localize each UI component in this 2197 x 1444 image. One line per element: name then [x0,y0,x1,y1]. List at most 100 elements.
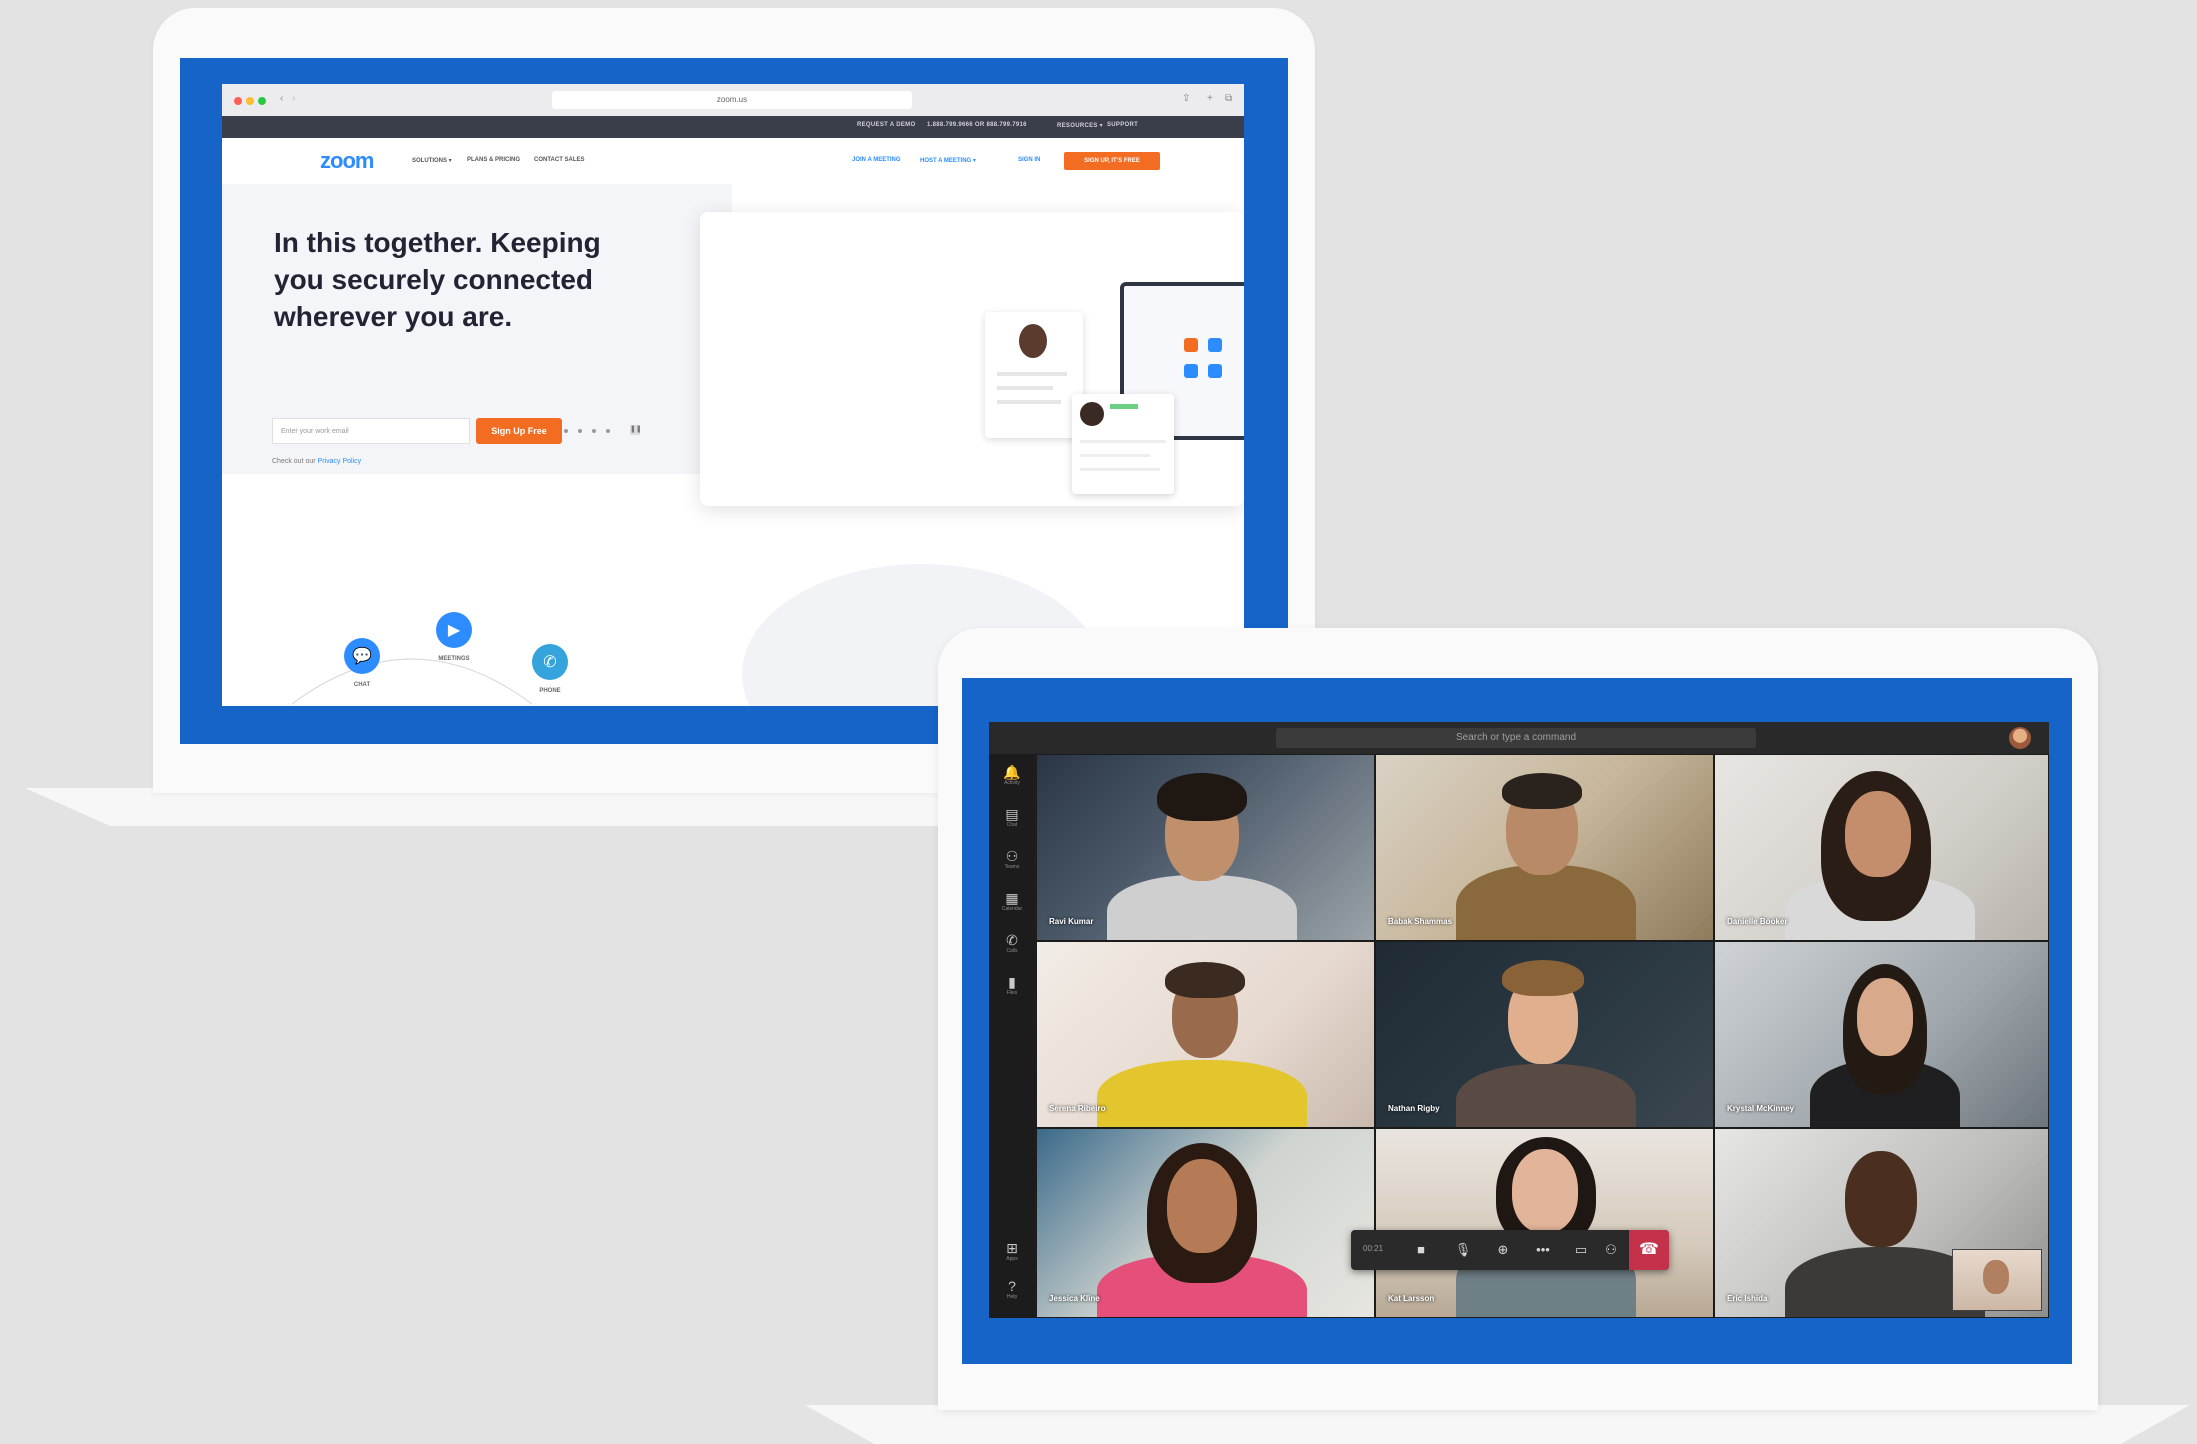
apps-icon: ⊞ [1006,1240,1018,1256]
product-meetings-label: MEETINGS [438,656,470,662]
phone-number-link[interactable]: 1.888.799.9666 OR 888.799.7916 [927,122,1027,128]
participant-name: Krystal McKinney [1727,1104,1795,1113]
video-tile[interactable]: Nathan Rigby [1375,941,1714,1128]
video-tile[interactable]: Jessica Kline [1036,1128,1375,1318]
forward-icon[interactable]: › [292,93,295,104]
search-input[interactable]: Search or type a command [1276,728,1756,748]
participant-name: Eric Ishida [1727,1294,1768,1303]
calendar-icon: ▦ [1005,890,1019,906]
help-icon: ? [1008,1278,1016,1294]
nav-plans-pricing[interactable]: PLANS & PRICING [467,157,520,163]
product-chat-label: CHAT [353,682,371,688]
user-avatar[interactable] [2009,727,2031,749]
chat-card-illustration [985,312,1083,438]
rail-label: Calls [1006,948,1018,954]
phone-icon: ✆ [1006,932,1018,948]
text-line [1080,468,1160,471]
video-tile[interactable]: Eric Ishida [1714,1128,2049,1318]
app-rail: 🔔 Activity ▤ Chat ⚇ Teams ▦ Calendar ✆ Calls … [989,754,1035,1318]
rail-label: Help [1006,1294,1018,1300]
email-input[interactable]: Enter your work email [272,418,470,444]
chat-icon[interactable]: 💬 [344,638,380,674]
bell-icon: 🔔 [1003,764,1021,780]
rail-calls[interactable]: ✆ Calls [989,932,1035,954]
hang-up-button[interactable]: ☎ [1629,1230,1669,1270]
video-tile[interactable]: Kat Larsson [1375,1128,1714,1318]
files-icon: ▮ [1008,974,1016,990]
text-line [997,386,1053,390]
avatar [1019,324,1047,358]
rail-files[interactable]: ▮ Files [989,974,1035,996]
rail-label: Teams [1004,864,1020,870]
teams-meeting-window: Search or type a command 🔔 Activity ▤ Chat… [989,722,2049,1318]
video-tile[interactable]: Serena Ribeiro [1036,941,1375,1128]
blue-button-icon [1208,338,1222,352]
self-view-video[interactable] [1952,1249,2042,1311]
carousel-dot[interactable] [592,429,596,433]
text-line [997,372,1067,376]
carousel-dot[interactable] [578,429,582,433]
phone-icon[interactable]: ✆ [532,644,568,680]
minimize-window-icon[interactable] [246,97,254,105]
carousel-dot[interactable] [606,429,610,433]
url-field[interactable]: zoom.us [552,91,912,109]
support-link[interactable]: SUPPORT [1107,122,1138,128]
product-phone-label: PHONE [539,688,561,694]
nav-contact-sales[interactable]: CONTACT SALES [534,157,585,163]
share-screen-icon[interactable]: ⊕ [1493,1240,1513,1260]
zoom-logo[interactable]: zoom [320,148,374,174]
video-camera-icon[interactable]: ▶ [436,612,472,648]
video-tile[interactable]: Krystal McKinney [1714,941,2049,1128]
nav-sign-in[interactable]: SIGN IN [1018,157,1040,163]
rail-teams[interactable]: ⚇ Teams [989,848,1035,870]
avatar [1080,402,1104,426]
carousel-dot[interactable] [564,429,568,433]
rail-calendar[interactable]: ▦ Calendar [989,890,1035,912]
nav-host-meeting[interactable]: HOST A MEETING ▾ [920,157,976,164]
rail-apps[interactable]: ⊞ Apps [989,1240,1035,1262]
laptop-base [805,1405,2190,1444]
close-window-icon[interactable] [234,97,242,105]
camera-icon[interactable]: ■ [1411,1240,1431,1260]
tabs-overview-icon[interactable]: ⧉ [1225,93,1232,104]
product-arc [291,658,533,705]
video-tile[interactable]: Danielle Booker [1714,754,2049,941]
signup-free-button[interactable]: Sign Up Free [476,418,562,444]
rail-label: Activity [1004,780,1020,786]
privacy-prefix: Check out our [272,458,316,465]
back-icon[interactable]: ‹ [280,93,283,104]
resources-menu[interactable]: RESOURCES ▾ [1057,122,1103,129]
video-tile[interactable]: Ravi Kumar [1036,754,1375,941]
share-icon[interactable]: ⇪ [1182,93,1190,104]
signup-free-top-button[interactable]: SIGN UP, IT'S FREE [1064,152,1160,170]
participants-icon[interactable]: ⚇ [1601,1240,1621,1260]
participant-name: Jessica Kline [1049,1294,1100,1303]
rail-activity[interactable]: 🔔 Activity [989,764,1035,786]
new-tab-icon[interactable]: + [1207,93,1213,104]
participant-name: Ravi Kumar [1049,917,1094,926]
teams-title-bar: Search or type a command [989,722,2049,754]
text-line [997,400,1061,404]
more-options-icon[interactable]: ••• [1533,1240,1553,1260]
privacy-link[interactable]: Privacy Policy [318,458,362,465]
utility-nav: REQUEST A DEMO 1.888.799.9666 OR 888.799… [222,116,1244,138]
pause-icon[interactable]: ❚❚ [630,425,642,435]
rail-label: Chat [1006,822,1018,828]
rail-chat[interactable]: ▤ Chat [989,806,1035,828]
privacy-note: Check out our Privacy Policy [272,458,361,465]
zoom-browser-window: ‹ › zoom.us ⇪ + ⧉ REQUEST A DEMO 1.888.7… [222,84,1244,706]
chat-icon[interactable]: ▭ [1571,1240,1591,1260]
participant-name: Serena Ribeiro [1049,1104,1106,1113]
nav-join-meeting[interactable]: JOIN A MEETING [852,157,901,163]
request-demo-link[interactable]: REQUEST A DEMO [857,122,915,128]
hero-title: In this together. Keeping you securely c… [274,227,601,332]
microphone-icon[interactable]: 🎙 [1453,1240,1473,1260]
call-timer: 00:21 [1363,1244,1384,1253]
nav-solutions[interactable]: SOLUTIONS ▾ [412,157,452,164]
rail-help[interactable]: ? Help [989,1278,1035,1300]
teams-icon: ⚇ [1005,848,1019,864]
participant-name: Danielle Booker [1727,917,1788,926]
video-tile[interactable]: Babak Shammas [1375,754,1714,941]
maximize-window-icon[interactable] [258,97,266,105]
rail-label: Apps [1006,1256,1018,1262]
